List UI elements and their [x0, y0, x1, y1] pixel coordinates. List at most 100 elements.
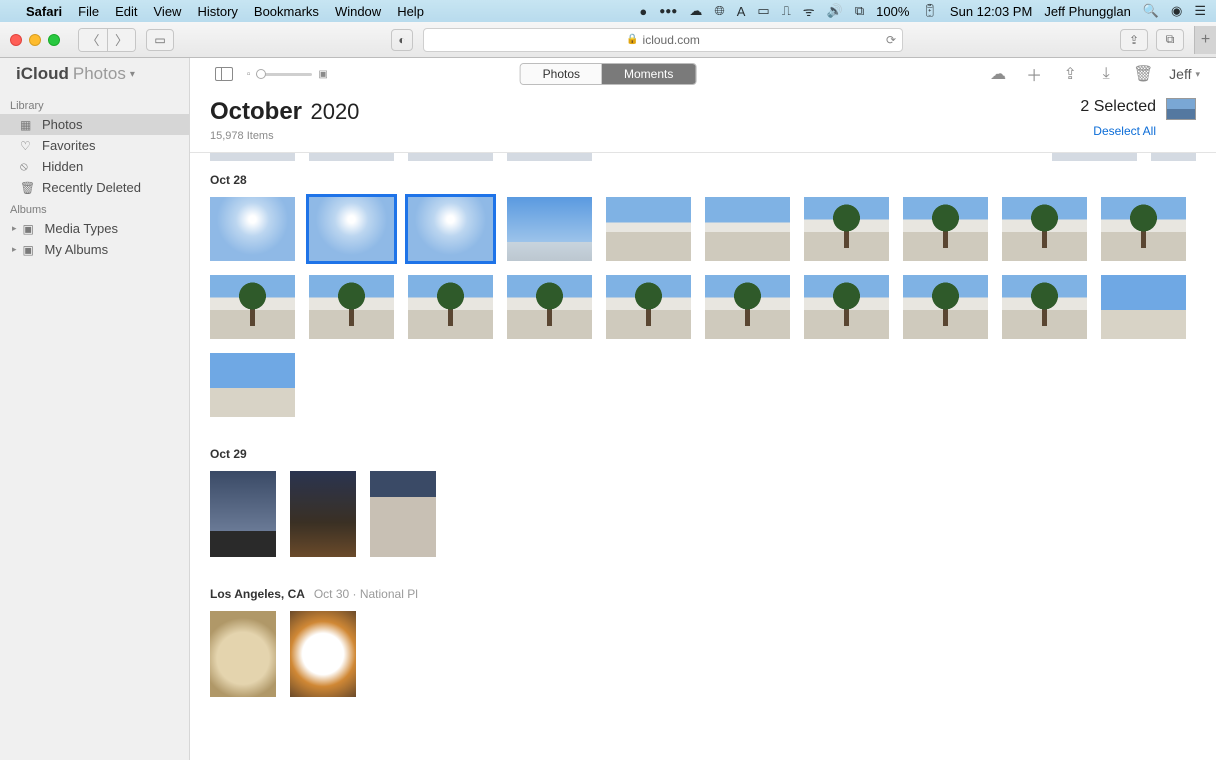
- app-title[interactable]: iCloud Photos ▾: [16, 64, 135, 84]
- zoom-window-button[interactable]: [48, 34, 60, 46]
- status-dots-icon[interactable]: ●●●: [659, 6, 677, 17]
- reload-icon[interactable]: ⟳: [886, 33, 896, 47]
- sidebar-item-favorites[interactable]: ♡ Favorites: [0, 135, 189, 156]
- photo-thumb[interactable]: [210, 153, 295, 161]
- sidebar-item-photos[interactable]: ▦ Photos: [0, 114, 189, 135]
- photo-thumb[interactable]: [370, 471, 436, 557]
- macos-menubar: Safari File Edit View History Bookmarks …: [0, 0, 1216, 22]
- photo-thumb[interactable]: [1101, 197, 1186, 261]
- sidebar-header-albums: Albums: [0, 198, 189, 218]
- sidebar: Library ▦ Photos ♡ Favorites ⦸ Hidden 🗑 …: [0, 58, 190, 760]
- photo-thumb[interactable]: [705, 197, 790, 261]
- photo-thumb[interactable]: [210, 471, 276, 557]
- bluetooth-icon[interactable]: ⎍: [782, 3, 791, 19]
- forward-button[interactable]: 〉: [107, 29, 135, 51]
- user-menu-label: Jeff: [1169, 66, 1191, 82]
- download-icon[interactable]: ⤓: [1097, 65, 1115, 83]
- sidebar-item-recently-deleted[interactable]: 🗑 Recently Deleted: [0, 177, 189, 198]
- photo-thumb[interactable]: [290, 471, 356, 557]
- zoom-track[interactable]: [256, 73, 312, 76]
- add-icon[interactable]: ＋: [1025, 62, 1043, 86]
- address-bar[interactable]: 🔒 icloud.com ⟳: [423, 28, 903, 52]
- appstore-icon[interactable]: A: [737, 4, 746, 19]
- back-button[interactable]: 〈: [79, 29, 107, 51]
- cloud-icon[interactable]: ☁: [689, 3, 702, 19]
- nav-buttons: 〈 〉: [78, 28, 136, 52]
- menubar-bookmarks[interactable]: Bookmarks: [254, 4, 319, 19]
- menubar-help[interactable]: Help: [397, 4, 424, 19]
- photo-thumb[interactable]: [408, 197, 493, 261]
- sidebar-item-my-albums[interactable]: ▸ ▣ My Albums: [0, 239, 189, 260]
- screen-icon[interactable]: ⧉: [855, 3, 864, 19]
- menubar-window[interactable]: Window: [335, 4, 381, 19]
- photo-thumb[interactable]: [210, 611, 276, 697]
- photo-thumb[interactable]: [705, 275, 790, 339]
- notification-center-icon[interactable]: ☰: [1194, 3, 1206, 19]
- photo-thumb[interactable]: [408, 153, 493, 161]
- photo-thumb[interactable]: [606, 197, 691, 261]
- status-dot-icon[interactable]: ●: [639, 4, 647, 19]
- sidebar-item-hidden[interactable]: ⦸ Hidden: [0, 156, 189, 177]
- upload-icon[interactable]: ☁︎: [989, 64, 1007, 84]
- share-icon[interactable]: ⇪: [1061, 64, 1079, 84]
- disclosure-icon[interactable]: ▸: [12, 244, 17, 255]
- photo-thumb[interactable]: [408, 275, 493, 339]
- photo-thumb[interactable]: [1052, 153, 1137, 161]
- photo-thumb[interactable]: [804, 197, 889, 261]
- menubar-history[interactable]: History: [197, 4, 237, 19]
- segment-photos[interactable]: Photos: [521, 64, 602, 84]
- photo-thumb[interactable]: [507, 275, 592, 339]
- display-icon[interactable]: ▭: [757, 3, 769, 19]
- minimize-window-button[interactable]: [29, 34, 41, 46]
- photo-thumb[interactable]: [1101, 275, 1186, 339]
- volume-icon[interactable]: 🔊: [827, 3, 843, 19]
- photo-thumb[interactable]: [804, 275, 889, 339]
- wifi-icon[interactable]: ᯤ: [803, 2, 815, 20]
- battery-percent[interactable]: 100%: [876, 4, 909, 19]
- filmstrip-icon[interactable]: [215, 67, 233, 81]
- zoom-out-icon: ▫: [247, 69, 251, 80]
- new-tab-button[interactable]: +: [1194, 26, 1216, 54]
- photo-thumb[interactable]: [1151, 153, 1196, 161]
- lock-icon: 🔒: [626, 34, 638, 45]
- menubar-view[interactable]: View: [154, 4, 182, 19]
- tabs-button[interactable]: ⧉: [1156, 29, 1184, 51]
- photo-thumb[interactable]: [309, 275, 394, 339]
- sidebar-item-media-types[interactable]: ▸ ▣ Media Types: [0, 218, 189, 239]
- photo-thumb[interactable]: [309, 197, 394, 261]
- selection-preview-thumb: [1166, 98, 1196, 120]
- photo-thumb[interactable]: [210, 353, 295, 417]
- share-page-button[interactable]: ⇪: [1120, 29, 1148, 51]
- user-menu[interactable]: Jeff ▾: [1169, 66, 1200, 82]
- zoom-slider[interactable]: ▫ ▣: [247, 69, 328, 80]
- photo-thumb[interactable]: [309, 153, 394, 161]
- globe-icon[interactable]: 🌐︎: [714, 3, 724, 19]
- disclosure-icon[interactable]: ▸: [12, 223, 17, 234]
- reader-button[interactable]: ◐: [391, 29, 413, 51]
- photo-thumb[interactable]: [1002, 197, 1087, 261]
- photo-thumb[interactable]: [507, 197, 592, 261]
- photo-thumb[interactable]: [290, 611, 356, 697]
- sidebar-toggle-button[interactable]: ▭: [146, 29, 174, 51]
- delete-icon[interactable]: 🗑: [1133, 64, 1151, 84]
- deselect-all-link[interactable]: Deselect All: [1080, 124, 1156, 138]
- photo-thumb[interactable]: [606, 275, 691, 339]
- photo-thumb[interactable]: [210, 275, 295, 339]
- menubar-user[interactable]: Jeff Phungglan: [1044, 4, 1131, 19]
- menubar-app[interactable]: Safari: [26, 4, 62, 19]
- segment-moments[interactable]: Moments: [602, 64, 695, 84]
- photo-thumb[interactable]: [903, 197, 988, 261]
- menubar-edit[interactable]: Edit: [115, 4, 137, 19]
- menubar-file[interactable]: File: [78, 4, 99, 19]
- photo-thumb[interactable]: [1002, 275, 1087, 339]
- menubar-clock[interactable]: Sun 12:03 PM: [950, 4, 1032, 19]
- photo-thumb[interactable]: [903, 275, 988, 339]
- close-window-button[interactable]: [10, 34, 22, 46]
- siri-icon[interactable]: ◉: [1171, 3, 1182, 19]
- sidebar-item-label: Media Types: [45, 221, 118, 236]
- spotlight-icon[interactable]: 🔍: [1143, 3, 1159, 19]
- photo-thumb[interactable]: [210, 197, 295, 261]
- zoom-thumb[interactable]: [256, 69, 266, 79]
- photo-thumb[interactable]: [507, 153, 592, 161]
- battery-icon[interactable]: 🔋︎: [921, 3, 938, 19]
